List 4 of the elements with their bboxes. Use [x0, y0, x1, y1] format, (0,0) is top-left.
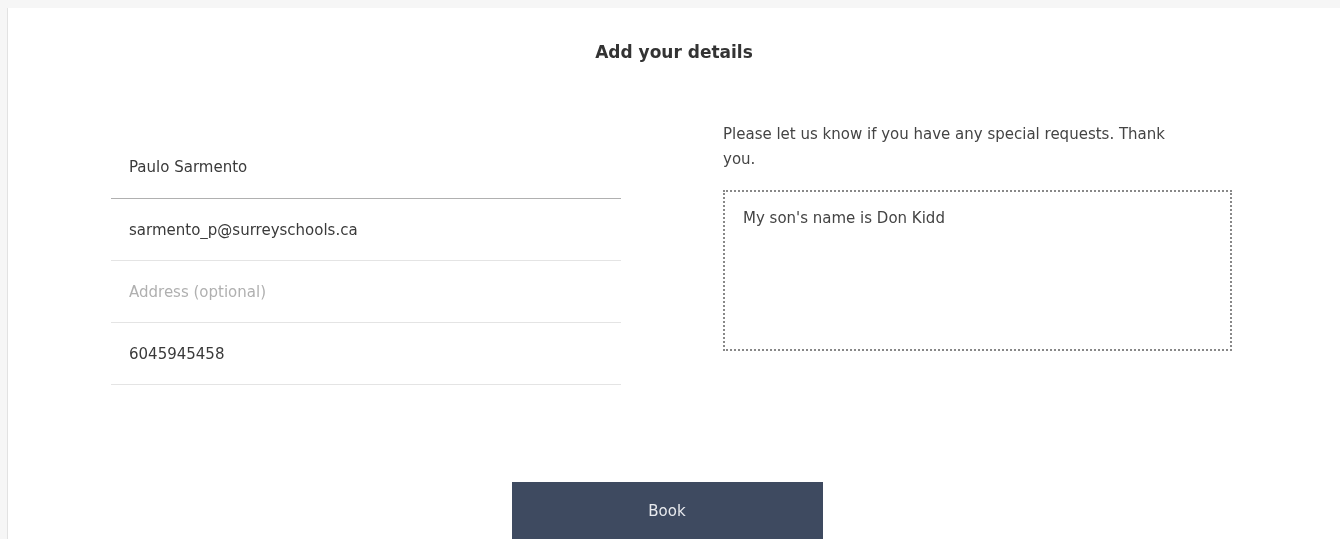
requests-prompt: Please let us know if you have any special requests. Thank you. [723, 124, 1166, 170]
book-button[interactable]: Book [511, 482, 823, 539]
requests-field[interactable]: My son's name is Don Kidd [723, 190, 1232, 351]
form-title: Add your details [594, 41, 754, 64]
